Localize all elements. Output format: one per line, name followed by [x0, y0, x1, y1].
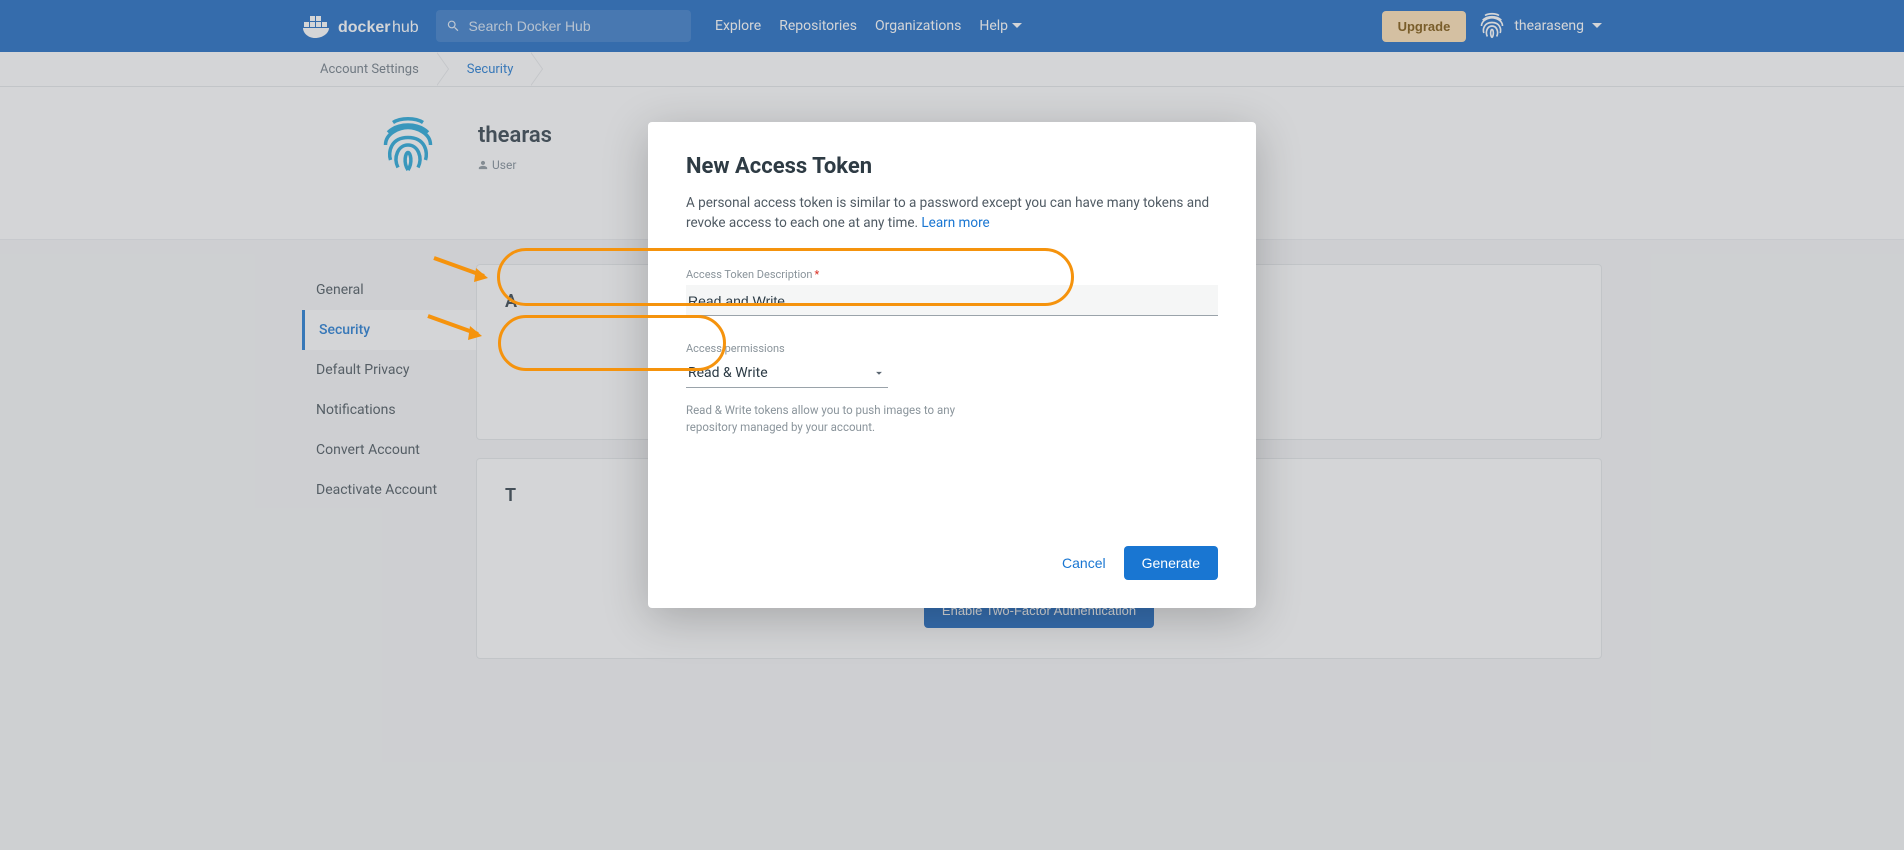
permissions-help-text: Read & Write tokens allow you to push im… — [686, 402, 986, 437]
chevron-down-icon — [872, 366, 886, 380]
modal-description: A personal access token is similar to a … — [686, 193, 1218, 234]
access-permissions-label: Access permissions — [686, 342, 785, 355]
new-access-token-modal: New Access Token A personal access token… — [648, 122, 1256, 608]
modal-learn-more[interactable]: Learn more — [921, 215, 989, 231]
token-description-label: Access Token Description — [686, 268, 813, 281]
access-permissions-select[interactable]: Read & Write — [686, 359, 888, 388]
token-description-field: Access Token Description * — [686, 268, 1218, 316]
access-permissions-field: Access permissions Read & Write — [686, 342, 888, 388]
cancel-button[interactable]: Cancel — [1062, 555, 1106, 571]
generate-button[interactable]: Generate — [1124, 546, 1218, 580]
token-description-input[interactable] — [686, 285, 1218, 316]
modal-title: New Access Token — [686, 154, 1218, 179]
access-permissions-value: Read & Write — [688, 365, 768, 381]
required-indicator: * — [815, 268, 820, 281]
